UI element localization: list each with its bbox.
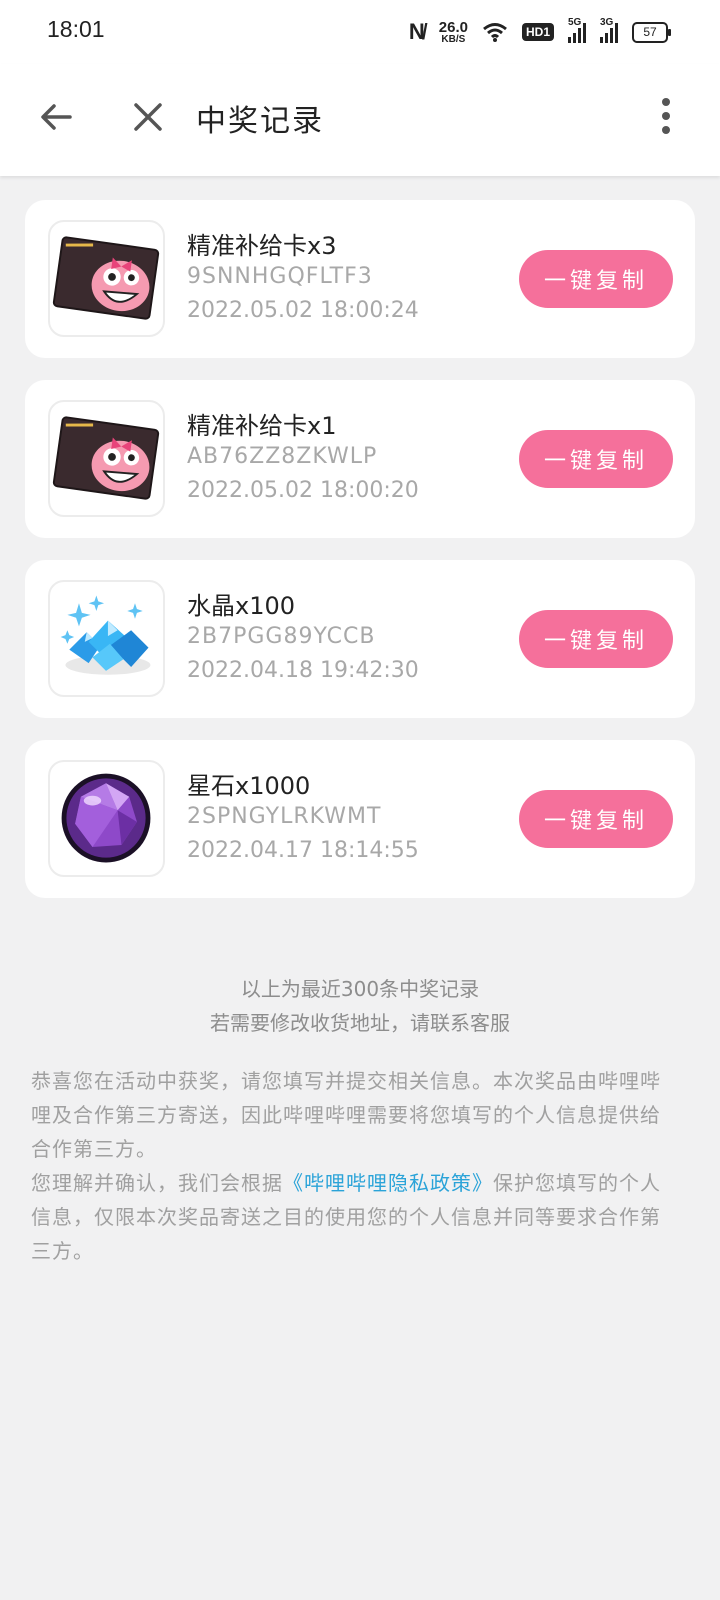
- record-time: 2022.04.17 18:14:55: [187, 838, 419, 863]
- back-arrow-icon[interactable]: [36, 97, 76, 137]
- net-speed-unit: KB/S: [441, 33, 466, 45]
- hd-icon: HD1: [521, 23, 554, 41]
- notice-prefix: 您理解并确认，我们会根据: [31, 1171, 283, 1195]
- page-title: 中奖记录: [196, 104, 324, 139]
- record-time: 2022.04.18 19:42:30: [187, 658, 419, 683]
- supply-card-image: [48, 400, 165, 517]
- copy-button[interactable]: 一键复制: [519, 610, 673, 668]
- close-icon[interactable]: [128, 97, 168, 137]
- nfc-icon: N̸: [408, 19, 425, 44]
- record-code: 2B7PGG89YCCB: [187, 624, 376, 649]
- summary-line-1: 以上为最近300条中奖记录: [240, 977, 480, 1001]
- copy-button[interactable]: 一键复制: [519, 430, 673, 488]
- record-name: 水晶x100: [187, 592, 296, 620]
- signal-5g-icon: 5G: [568, 17, 586, 43]
- status-time: 18:01: [47, 16, 105, 42]
- signal-5g-label: 5G: [568, 17, 582, 28]
- star-stone-image: [48, 760, 165, 877]
- status-icons: N̸ 26.0 KB/S HD1 5G 3G 57: [408, 17, 671, 46]
- supply-card-image: [48, 220, 165, 337]
- toolbar: 中奖记录: [0, 64, 720, 176]
- notice-paragraph-2: 您理解并确认，我们会根据《哔哩哔哩隐私政策》保护您填写的个人信息，仅限本次奖品寄…: [31, 1166, 679, 1268]
- wifi-icon: [483, 23, 507, 42]
- record-code: AB76ZZ8ZKWLP: [187, 444, 378, 469]
- record-code: 2SPNGYLRKWMT: [187, 804, 382, 829]
- copy-button[interactable]: 一键复制: [519, 250, 673, 308]
- record-code: 9SNNHGQFLTF3: [187, 264, 373, 289]
- summary-line-2: 若需要修改收货地址，请联系客服: [210, 1011, 510, 1035]
- record-card: 水晶x100 2B7PGG89YCCB 2022.04.18 19:42:30 …: [25, 560, 695, 718]
- record-name: 星石x1000: [187, 772, 311, 800]
- copy-button[interactable]: 一键复制: [519, 790, 673, 848]
- signal-3g-icon: 3G: [600, 17, 618, 43]
- privacy-notice: 恭喜您在活动中获奖，请您填写并提交相关信息。本次奖品由哔哩哔哩及合作第三方寄送，…: [31, 1064, 679, 1268]
- net-speed-value: 26.0: [438, 18, 468, 36]
- record-time: 2022.05.02 18:00:24: [187, 298, 419, 323]
- notice-paragraph-1: 恭喜您在活动中获奖，请您填写并提交相关信息。本次奖品由哔哩哔哩及合作第三方寄送，…: [31, 1069, 661, 1161]
- record-card: 精准补给卡x1 AB76ZZ8ZKWLP 2022.05.02 18:00:20…: [25, 380, 695, 538]
- record-time: 2022.05.02 18:00:20: [187, 478, 419, 503]
- record-name: 精准补给卡x1: [187, 412, 337, 440]
- more-vertical-icon[interactable]: [656, 94, 676, 138]
- record-name: 精准补给卡x3: [187, 232, 337, 260]
- crystal-image: [48, 580, 165, 697]
- record-list: 精准补给卡x3 9SNNHGQFLTF3 2022.05.02 18:00:24…: [25, 200, 695, 920]
- net-speed: 26.0 KB/S: [439, 20, 468, 45]
- records-summary: 以上为最近300条中奖记录 若需要修改收货地址，请联系客服: [0, 972, 720, 1040]
- battery-icon: 57: [632, 21, 671, 43]
- privacy-policy-link[interactable]: 《哔哩哔哩隐私政策》: [283, 1171, 493, 1195]
- record-card: 精准补给卡x3 9SNNHGQFLTF3 2022.05.02 18:00:24…: [25, 200, 695, 358]
- signal-3g-label: 3G: [600, 17, 614, 28]
- record-card: 星石x1000 2SPNGYLRKWMT 2022.04.17 18:14:55…: [25, 740, 695, 898]
- status-bar: 18:01 N̸ 26.0 KB/S HD1 5G 3G 57: [0, 0, 720, 64]
